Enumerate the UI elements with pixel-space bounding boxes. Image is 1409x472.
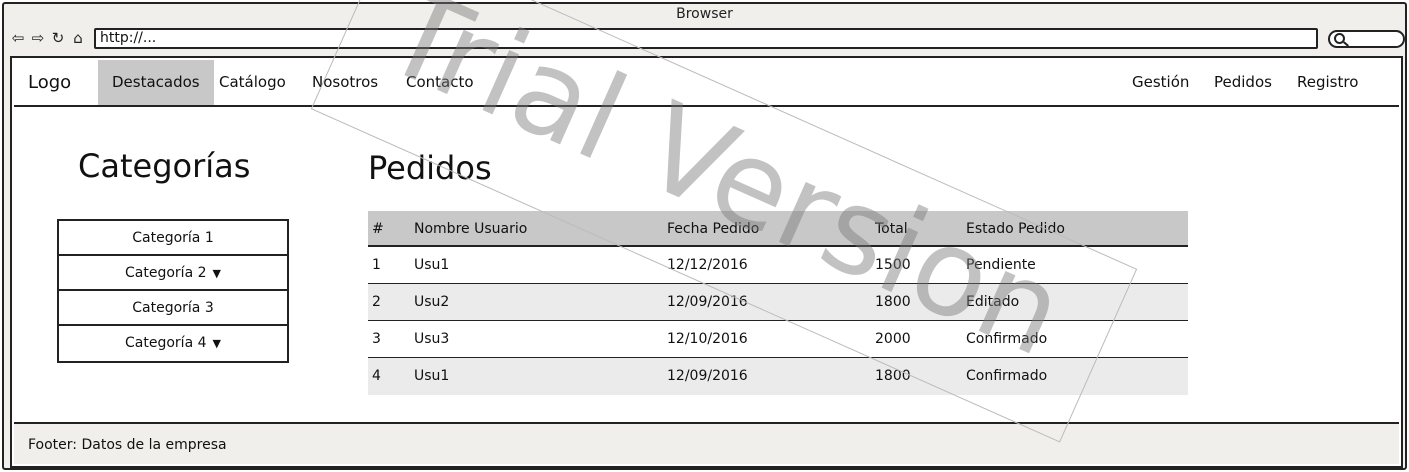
nav-destacados[interactable]: Destacados	[98, 60, 214, 105]
nav-nosotros[interactable]: Nosotros	[298, 60, 392, 105]
column-header: Total	[875, 221, 908, 237]
table-header: # Nombre Usuario Fecha Pedido Total Esta…	[368, 211, 1188, 247]
search-box[interactable]	[1328, 30, 1405, 48]
orders-title: Pedidos	[368, 149, 492, 187]
back-icon[interactable]: ⇦	[10, 29, 26, 47]
caret-down-icon: ▼	[212, 337, 221, 350]
nav-gestion[interactable]: Gestión	[1118, 60, 1203, 105]
window-title: Browser	[676, 6, 733, 22]
forward-icon[interactable]: ⇨	[30, 29, 46, 47]
nav-registro[interactable]: Registro	[1283, 60, 1372, 105]
category-item[interactable]: Categoría 4 ▼	[59, 326, 287, 361]
column-header: #	[372, 221, 384, 237]
categories-list: Categoría 1 Categoría 2 ▼ Categoría 3 Cat…	[57, 219, 289, 363]
url-bar[interactable]: http://...	[94, 28, 1318, 49]
category-item[interactable]: Categoría 2 ▼	[59, 256, 287, 291]
table-row[interactable]: 3 Usu3 12/10/2016 2000 Confirmado	[368, 321, 1188, 358]
nav-pedidos[interactable]: Pedidos	[1200, 60, 1286, 105]
browser-window: Browser ⇦ ⇨ ↻ ⌂ http://... Logo Destacad…	[2, 0, 1407, 470]
reload-icon[interactable]: ↻	[50, 29, 66, 47]
nav-contacto[interactable]: Contacto	[392, 60, 488, 105]
category-item[interactable]: Categoría 3	[59, 291, 287, 326]
nav-catalogo[interactable]: Catálogo	[205, 60, 300, 105]
caret-down-icon: ▼	[212, 267, 221, 280]
column-header: Nombre Usuario	[414, 221, 528, 237]
column-header: Estado Pedido	[966, 221, 1065, 237]
orders-table: # Nombre Usuario Fecha Pedido Total Esta…	[368, 211, 1188, 395]
table-row[interactable]: 1 Usu1 12/12/2016 1500 Pendiente	[368, 247, 1188, 284]
site-logo[interactable]: Logo	[28, 72, 71, 93]
footer: Footer: Datos de la empresa	[14, 422, 1399, 464]
table-row[interactable]: 4 Usu1 12/09/2016 1800 Confirmado	[368, 358, 1188, 395]
web-page: Logo Destacados Catálogo Nosotros Contac…	[10, 56, 1403, 468]
table-row[interactable]: 2 Usu2 12/09/2016 1800 Editado	[368, 284, 1188, 321]
browser-toolbar: ⇦ ⇨ ↻ ⌂ http://...	[8, 26, 1405, 52]
main-content: Categorías Categoría 1 Categoría 2 ▼ Cate…	[12, 107, 1401, 422]
category-item[interactable]: Categoría 1	[59, 221, 287, 256]
categories-title: Categorías	[78, 147, 251, 185]
navbar: Logo Destacados Catálogo Nosotros Contac…	[14, 60, 1399, 107]
home-icon[interactable]: ⌂	[70, 29, 86, 47]
column-header: Fecha Pedido	[667, 221, 760, 237]
